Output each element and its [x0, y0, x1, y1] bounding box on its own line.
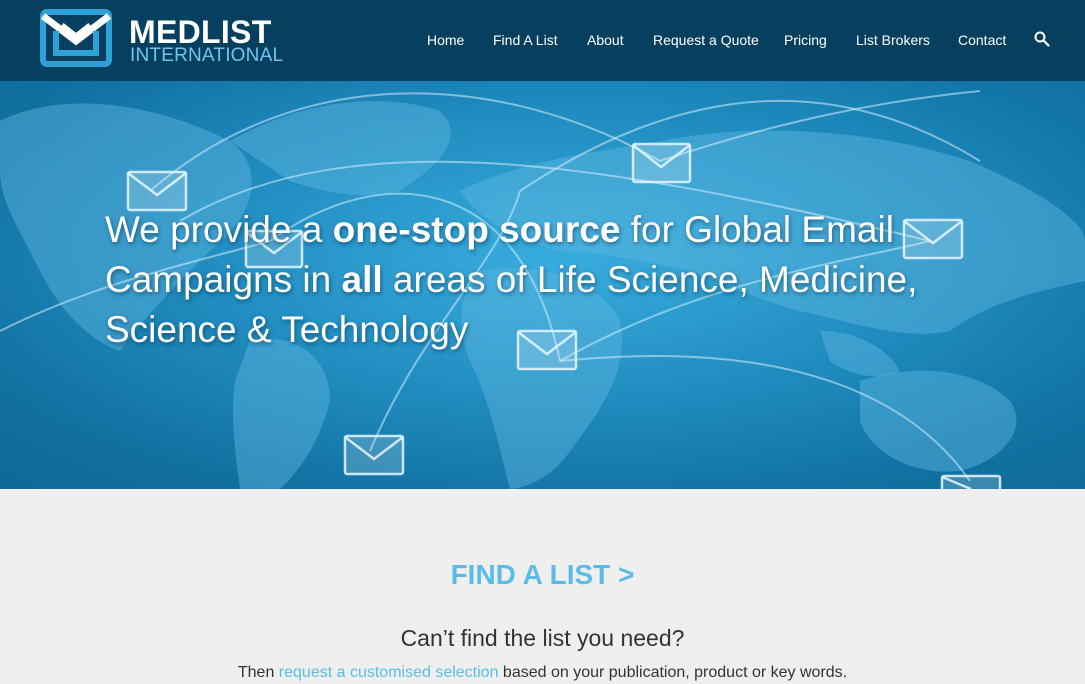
search-icon[interactable]	[1034, 31, 1050, 47]
hero-banner: We provide a one-stop source for Global …	[0, 81, 1085, 489]
custom-selection-text: Then request a customised selection base…	[0, 662, 1085, 684]
envelope-m-logo-icon	[40, 9, 112, 67]
hero-text-part-1: We provide a	[105, 209, 333, 250]
nav-pricing[interactable]: Pricing	[784, 31, 827, 49]
site-logo[interactable]: MEDLIST INTERNATIONAL	[40, 9, 284, 69]
logo-subtitle: INTERNATIONAL	[130, 45, 284, 66]
nav-about[interactable]: About	[587, 31, 624, 49]
hero-emphasis-all: all	[341, 259, 383, 300]
nav-request-a-quote[interactable]: Request a Quote	[653, 31, 759, 49]
request-custom-selection-link[interactable]: request a customised selection	[279, 664, 499, 681]
nav-home[interactable]: Home	[427, 31, 464, 49]
hero-headline: We provide a one-stop source for Global …	[105, 205, 925, 355]
find-a-list-link[interactable]: FIND A LIST >	[0, 558, 1085, 592]
then-prefix: Then	[237, 664, 279, 681]
then-suffix: based on your publication, product or ke…	[498, 664, 848, 681]
hero-emphasis-one-stop: one-stop source	[332, 209, 621, 250]
nav-contact[interactable]: Contact	[958, 31, 1006, 49]
cant-find-heading: Can’t find the list you need?	[400, 625, 685, 651]
site-header: MEDLIST INTERNATIONAL Home Find A List A…	[0, 0, 1085, 81]
logo-title: MEDLIST	[129, 14, 272, 50]
nav-find-a-list[interactable]: Find A List	[493, 31, 558, 49]
nav-list-brokers[interactable]: List Brokers	[856, 31, 930, 49]
